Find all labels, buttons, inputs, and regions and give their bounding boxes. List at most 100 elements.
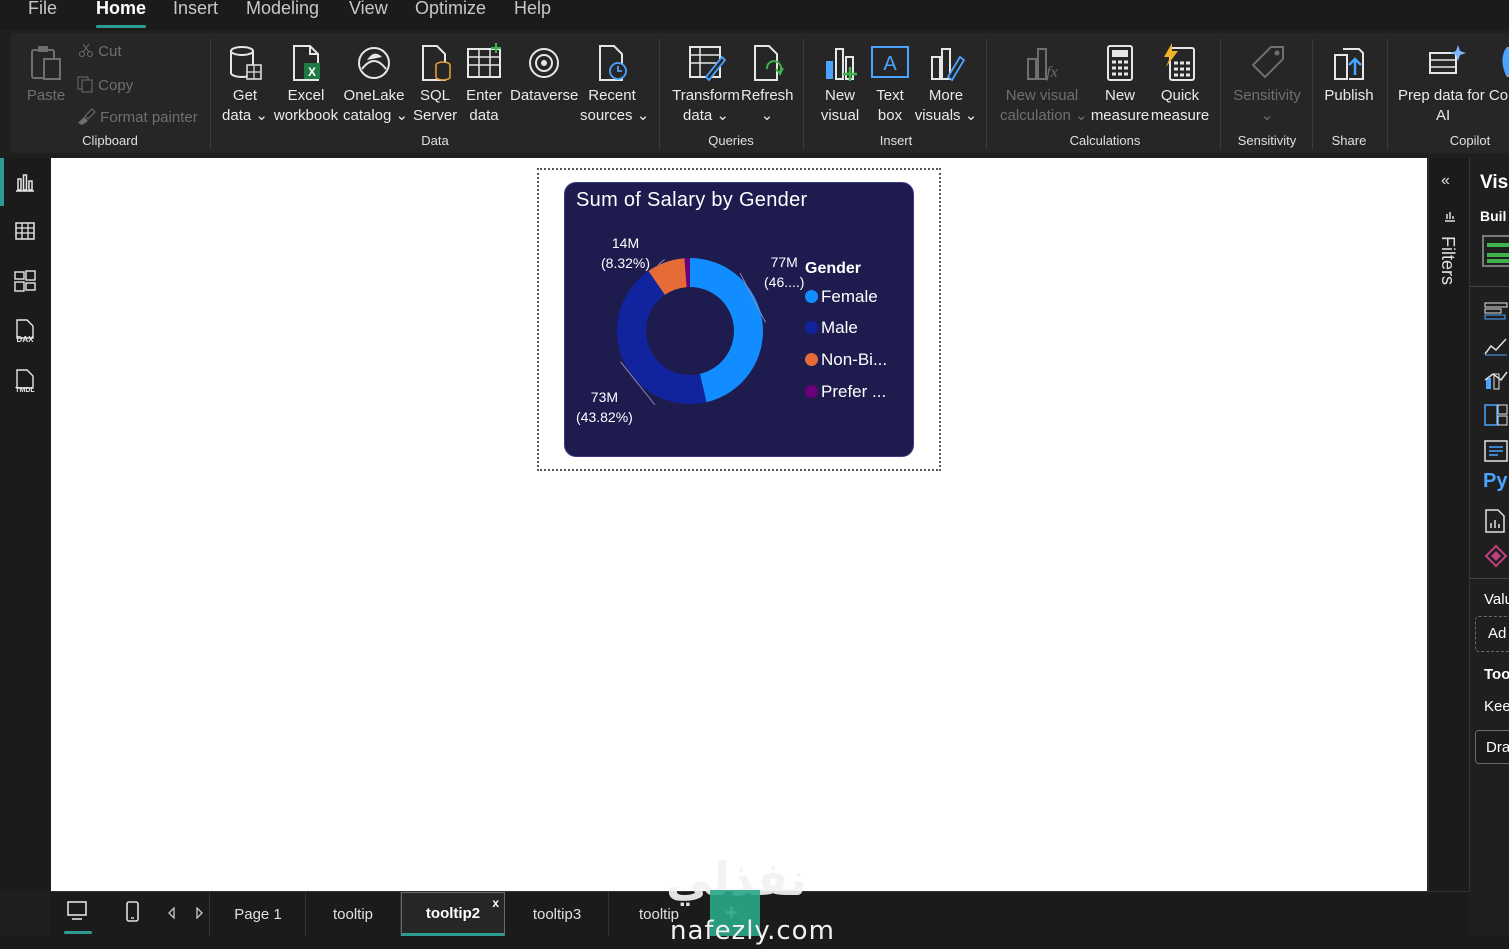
donut-slice-male[interactable] bbox=[617, 270, 707, 404]
menu-bar: File Home Insert Modeling View Optimize … bbox=[0, 0, 1509, 30]
report-canvas[interactable]: Sum of Salary by Gender 14M (8.32%) 77M … bbox=[51, 158, 1427, 891]
copy-button[interactable]: Copy bbox=[76, 75, 133, 94]
status-bar bbox=[0, 936, 1509, 949]
menu-modeling[interactable]: Modeling bbox=[246, 0, 319, 19]
report-view-button[interactable] bbox=[10, 167, 40, 197]
treemap-icon[interactable] bbox=[1484, 404, 1508, 426]
paginated-report-icon[interactable] bbox=[1484, 509, 1506, 533]
sensitivity-label-icon bbox=[1251, 46, 1284, 79]
scissors-icon bbox=[79, 43, 93, 57]
visualizations-title: Visu bbox=[1480, 172, 1509, 193]
quick-measure-button[interactable]: Quick measure bbox=[1150, 43, 1210, 126]
legend-title: Gender bbox=[805, 260, 862, 277]
transform-data-icon bbox=[689, 46, 726, 82]
sql-server-button[interactable]: SQL Server bbox=[413, 43, 457, 126]
table-view-button[interactable] bbox=[10, 216, 40, 246]
onelake-catalog-button[interactable]: OneLake catalog ⌄ bbox=[343, 43, 408, 126]
share-group-label: Share bbox=[1331, 133, 1367, 148]
paste-label: Paste bbox=[26, 87, 66, 104]
format-painter-label: Format painter bbox=[100, 109, 198, 126]
more-visuals-label-1: More bbox=[928, 87, 964, 104]
stacked-bar-chart-icon[interactable] bbox=[1484, 301, 1508, 321]
menu-optimize[interactable]: Optimize bbox=[415, 0, 486, 19]
new-measure-button[interactable]: New measure bbox=[1090, 43, 1150, 126]
excel-workbook-button[interactable]: X Excel workbook bbox=[271, 43, 341, 126]
paste-icon bbox=[31, 46, 61, 80]
mobile-layout-icon[interactable] bbox=[125, 900, 141, 924]
svg-text:TMDL: TMDL bbox=[15, 387, 35, 394]
tab-page-1[interactable]: Page 1 bbox=[211, 892, 306, 936]
ribbon-separator bbox=[803, 39, 804, 149]
tab-tooltip3[interactable]: tooltip3 bbox=[506, 892, 609, 936]
text-box-button[interactable]: A Text box bbox=[868, 43, 912, 126]
data-label-male-percent: (43.82%) bbox=[576, 409, 633, 425]
menu-insert[interactable]: Insert bbox=[173, 0, 218, 19]
onelake-label-2: catalog bbox=[343, 107, 392, 124]
copilot-group-label: Copilot bbox=[1449, 133, 1491, 148]
tab-tooltip-4[interactable]: tooltip bbox=[609, 892, 709, 936]
dataverse-button[interactable]: Dataverse bbox=[510, 43, 578, 106]
new-visual-label-2: visual bbox=[820, 107, 860, 124]
menu-home[interactable]: Home bbox=[96, 0, 146, 19]
more-visuals-button[interactable]: More visuals ⌄ bbox=[914, 43, 978, 126]
ribbon: Paste Cut Copy Format painter Clipboard … bbox=[10, 33, 1509, 153]
line-chart-icon[interactable] bbox=[1484, 336, 1508, 356]
filters-pane-collapsed[interactable]: « Filters bbox=[1428, 158, 1468, 891]
cut-button[interactable]: Cut bbox=[78, 42, 122, 60]
legend-item-non-binary[interactable]: Non-Bi... bbox=[805, 350, 887, 370]
menu-file[interactable]: File bbox=[28, 0, 57, 19]
scroll-right-icon[interactable] bbox=[194, 907, 204, 919]
svg-text:A: A bbox=[883, 53, 897, 75]
left-view-nav: DAX TMDL bbox=[0, 158, 50, 891]
build-visual-label[interactable]: Buil bbox=[1480, 208, 1506, 224]
recent-sources-button[interactable]: Recent sources ⌄ bbox=[580, 43, 649, 126]
new-measure-label-1: New bbox=[1104, 87, 1135, 104]
page-tabs-bar: Page 1 tooltip tooltip2 x tooltip3 toolt… bbox=[51, 891, 1468, 936]
add-page-button[interactable]: + bbox=[725, 900, 738, 926]
filters-label: Filters bbox=[1438, 236, 1458, 285]
get-data-button[interactable]: Get data ⌄ bbox=[222, 43, 268, 126]
power-apps-icon[interactable] bbox=[1484, 544, 1508, 568]
calculator-icon bbox=[1107, 45, 1133, 81]
paste-button[interactable]: Paste bbox=[25, 43, 67, 106]
refresh-icon bbox=[754, 45, 784, 81]
close-tab-icon[interactable]: x bbox=[492, 896, 499, 910]
new-visual-calculation-button[interactable]: fx New visual calculation ⌄ bbox=[1000, 43, 1088, 126]
selected-visual-type[interactable] bbox=[1482, 235, 1509, 267]
dax-query-view-button[interactable]: DAX bbox=[10, 316, 40, 346]
new-visual-button[interactable]: New visual bbox=[818, 43, 862, 126]
transform-data-button[interactable]: Transform data ⌄ bbox=[670, 43, 742, 126]
calculations-group-label: Calculations bbox=[1069, 133, 1141, 148]
expand-filters-icon[interactable]: « bbox=[1441, 172, 1450, 190]
combo-chart-icon[interactable] bbox=[1484, 370, 1508, 390]
drill-through-field-well[interactable]: Dra bbox=[1475, 730, 1509, 764]
dax-icon: DAX bbox=[16, 319, 34, 344]
menu-view[interactable]: View bbox=[349, 0, 388, 19]
tab-tooltip2-label: tooltip2 bbox=[425, 904, 481, 922]
format-painter-button[interactable]: Format painter bbox=[76, 107, 198, 126]
scroll-left-icon[interactable] bbox=[167, 907, 177, 919]
tab-tooltip[interactable]: tooltip bbox=[306, 892, 401, 936]
power-bi-window: File Home Insert Modeling View Optimize … bbox=[0, 0, 1509, 949]
svg-text:X: X bbox=[308, 65, 316, 79]
tmdl-icon: TMDL bbox=[15, 369, 35, 394]
ribbon-separator bbox=[1387, 39, 1388, 149]
model-view-button[interactable] bbox=[10, 266, 40, 296]
tooltips-section-label: Too bbox=[1484, 666, 1509, 683]
tmdl-view-button[interactable]: TMDL bbox=[10, 366, 40, 396]
legend-item-prefer[interactable]: Prefer ... bbox=[805, 382, 886, 402]
legend-item-male[interactable]: Male bbox=[805, 318, 858, 338]
python-visual-icon[interactable]: Py bbox=[1483, 470, 1507, 493]
sensitivity-button[interactable]: Sensitivity ⌄ bbox=[1230, 43, 1304, 126]
table-visual-icon[interactable] bbox=[1484, 440, 1508, 462]
desktop-layout-button[interactable] bbox=[64, 900, 92, 934]
enter-data-button[interactable]: Enter data bbox=[463, 43, 505, 126]
copilot-icon[interactable] bbox=[1490, 45, 1509, 79]
refresh-button[interactable]: Refresh ⌄ bbox=[741, 43, 794, 126]
add-data-field-well[interactable]: Ad bbox=[1475, 616, 1509, 652]
legend-item-female[interactable]: Female bbox=[805, 287, 878, 307]
tab-tooltip2[interactable]: tooltip2 x bbox=[401, 892, 505, 936]
menu-help[interactable]: Help bbox=[514, 0, 551, 19]
publish-button[interactable]: Publish bbox=[1320, 43, 1378, 106]
donut-chart-visual[interactable]: Sum of Salary by Gender 14M (8.32%) 77M … bbox=[564, 182, 914, 457]
